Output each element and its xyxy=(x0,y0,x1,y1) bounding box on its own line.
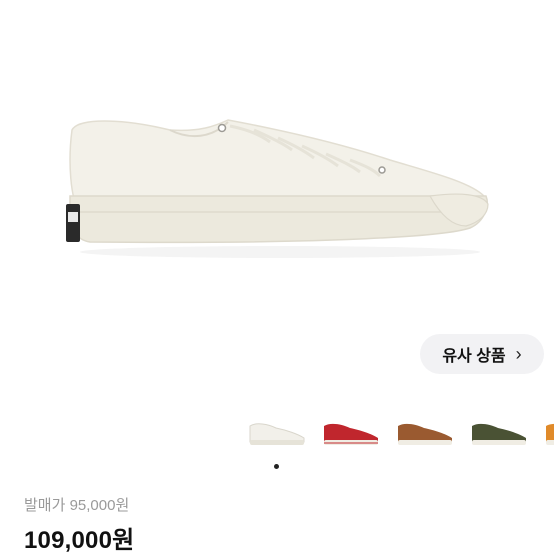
image-pager-dot xyxy=(274,464,279,469)
thumbnail-brown[interactable] xyxy=(394,408,456,454)
thumbnail-strip[interactable] xyxy=(0,408,554,458)
thumbnail-orange[interactable] xyxy=(542,408,554,454)
thumbnail-white[interactable] xyxy=(246,408,308,454)
similar-products-label: 유사 상품 xyxy=(442,348,506,365)
chevron-right-icon: › xyxy=(515,343,522,364)
thumbnail-olive[interactable] xyxy=(468,408,530,454)
current-price: 109,000원 xyxy=(24,527,135,554)
thumbnail-red[interactable] xyxy=(320,408,382,454)
heel-label-icon xyxy=(66,204,80,242)
similar-products-button[interactable]: 유사 상품 › xyxy=(420,334,544,374)
release-price: 발매가 95,000원 xyxy=(24,497,130,514)
